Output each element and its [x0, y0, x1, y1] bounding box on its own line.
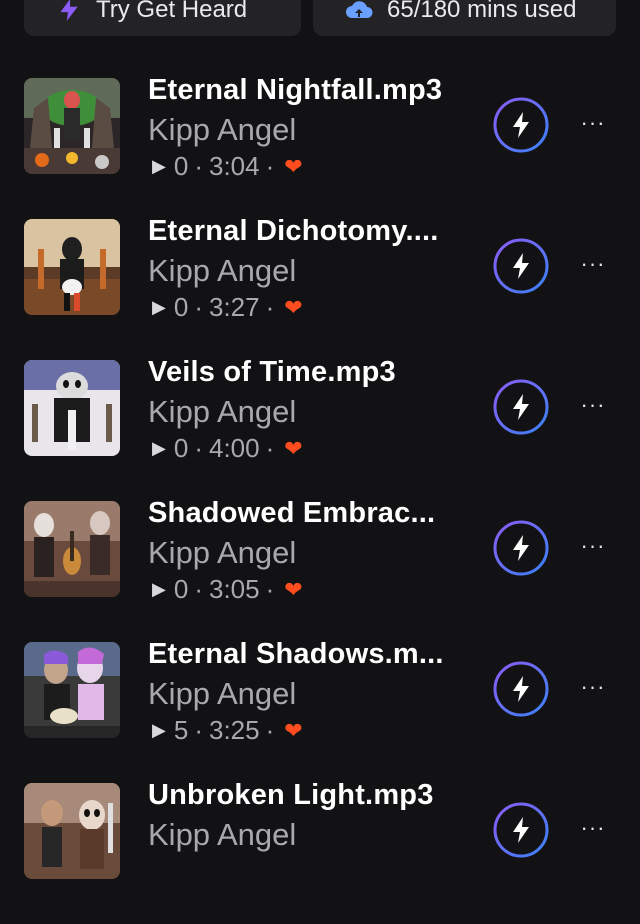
play-count: 0: [173, 433, 189, 463]
separator: ·: [194, 292, 203, 322]
track-duration: 3:25: [208, 715, 260, 745]
boost-button[interactable]: [492, 237, 550, 295]
track-artwork: [24, 783, 120, 879]
separator: ·: [194, 433, 203, 463]
separator: ·: [265, 433, 275, 463]
track-artist: Kipp Angel: [148, 535, 297, 570]
track-duration: 3:27: [208, 292, 260, 322]
play-count: 0: [173, 574, 189, 604]
separator: ·: [194, 715, 203, 745]
track-row[interactable]: Unbroken Light.mp3 Kipp Angel ···: [0, 779, 640, 924]
boost-button[interactable]: [492, 519, 550, 577]
more-icon[interactable]: ···: [578, 390, 608, 420]
try-get-heard-button[interactable]: Try Get Heard: [24, 0, 301, 36]
separator: ·: [265, 574, 275, 604]
boost-button[interactable]: [492, 660, 550, 718]
track-title[interactable]: Unbroken Light.mp3: [148, 779, 478, 812]
more-icon[interactable]: ···: [578, 672, 608, 702]
boost-button[interactable]: [492, 96, 550, 154]
track-row[interactable]: Eternal Nightfall.mp3 Kipp Angel ▶ 0 · 3…: [0, 74, 640, 219]
separator: ·: [265, 151, 275, 181]
play-count: 5: [173, 715, 189, 745]
more-icon[interactable]: ···: [578, 813, 608, 843]
play-icon: ▶: [152, 297, 166, 317]
track-artist: Kipp Angel: [148, 394, 297, 429]
try-get-heard-label: Try Get Heard: [96, 0, 248, 23]
separator: ·: [194, 574, 203, 604]
usage-label: 65/180 mins used: [387, 0, 577, 23]
track-duration: 4:00: [208, 433, 260, 463]
track-artwork: [24, 360, 120, 456]
track-meta: ▶ 0 · 3:04 · ❤: [152, 151, 303, 182]
more-icon[interactable]: ···: [578, 249, 608, 279]
separator: ·: [265, 292, 275, 322]
boost-button[interactable]: [492, 378, 550, 436]
lightning-icon: [56, 0, 82, 23]
track-meta: ▶ 0 · 3:27 · ❤: [152, 292, 303, 323]
play-icon: ▶: [152, 579, 166, 599]
more-icon[interactable]: ···: [578, 531, 608, 561]
track-meta: ▶ 0 · 3:05 · ❤: [152, 574, 303, 605]
track-artist: Kipp Angel: [148, 676, 297, 711]
track-meta: ▶ 5 · 3:25 · ❤: [152, 715, 303, 746]
track-meta: ▶ 0 · 4:00 · ❤: [152, 433, 303, 464]
track-artist: Kipp Angel: [148, 112, 297, 147]
track-row[interactable]: Eternal Shadows.m... Kipp Angel ▶ 5 · 3:…: [0, 638, 640, 783]
play-icon: ▶: [152, 438, 166, 458]
heart-icon[interactable]: ❤: [284, 436, 302, 462]
play-count: 0: [173, 292, 189, 322]
usage-button[interactable]: 65/180 mins used: [313, 0, 616, 36]
play-icon: ▶: [152, 156, 166, 176]
heart-icon[interactable]: ❤: [284, 154, 302, 180]
track-row[interactable]: Eternal Dichotomy.... Kipp Angel ▶ 0 · 3…: [0, 215, 640, 360]
cloud-upload-icon: [345, 0, 373, 22]
track-artwork: [24, 642, 120, 738]
track-duration: 3:04: [208, 151, 260, 181]
play-icon: ▶: [152, 720, 166, 740]
play-count: 0: [173, 151, 189, 181]
track-title[interactable]: Eternal Nightfall.mp3: [148, 74, 478, 107]
separator: ·: [265, 715, 275, 745]
track-title[interactable]: Shadowed Embrac...: [148, 497, 478, 530]
track-title[interactable]: Eternal Shadows.m...: [148, 638, 478, 671]
track-title[interactable]: Eternal Dichotomy....: [148, 215, 478, 248]
track-row[interactable]: Veils of Time.mp3 Kipp Angel ▶ 0 · 4:00 …: [0, 356, 640, 501]
track-duration: 3:05: [208, 574, 260, 604]
track-row[interactable]: Shadowed Embrac... Kipp Angel ▶ 0 · 3:05…: [0, 497, 640, 642]
track-artwork: [24, 219, 120, 315]
track-artist: Kipp Angel: [148, 817, 297, 852]
track-artwork: [24, 78, 120, 174]
track-artwork: [24, 501, 120, 597]
track-title[interactable]: Veils of Time.mp3: [148, 356, 478, 389]
separator: ·: [194, 151, 203, 181]
track-artist: Kipp Angel: [148, 253, 297, 288]
heart-icon[interactable]: ❤: [284, 718, 302, 744]
more-icon[interactable]: ···: [578, 108, 608, 138]
heart-icon[interactable]: ❤: [284, 577, 302, 603]
boost-button[interactable]: [492, 801, 550, 859]
top-action-bar: Try Get Heard 65/180 mins used: [0, 0, 640, 40]
heart-icon[interactable]: ❤: [284, 295, 302, 321]
